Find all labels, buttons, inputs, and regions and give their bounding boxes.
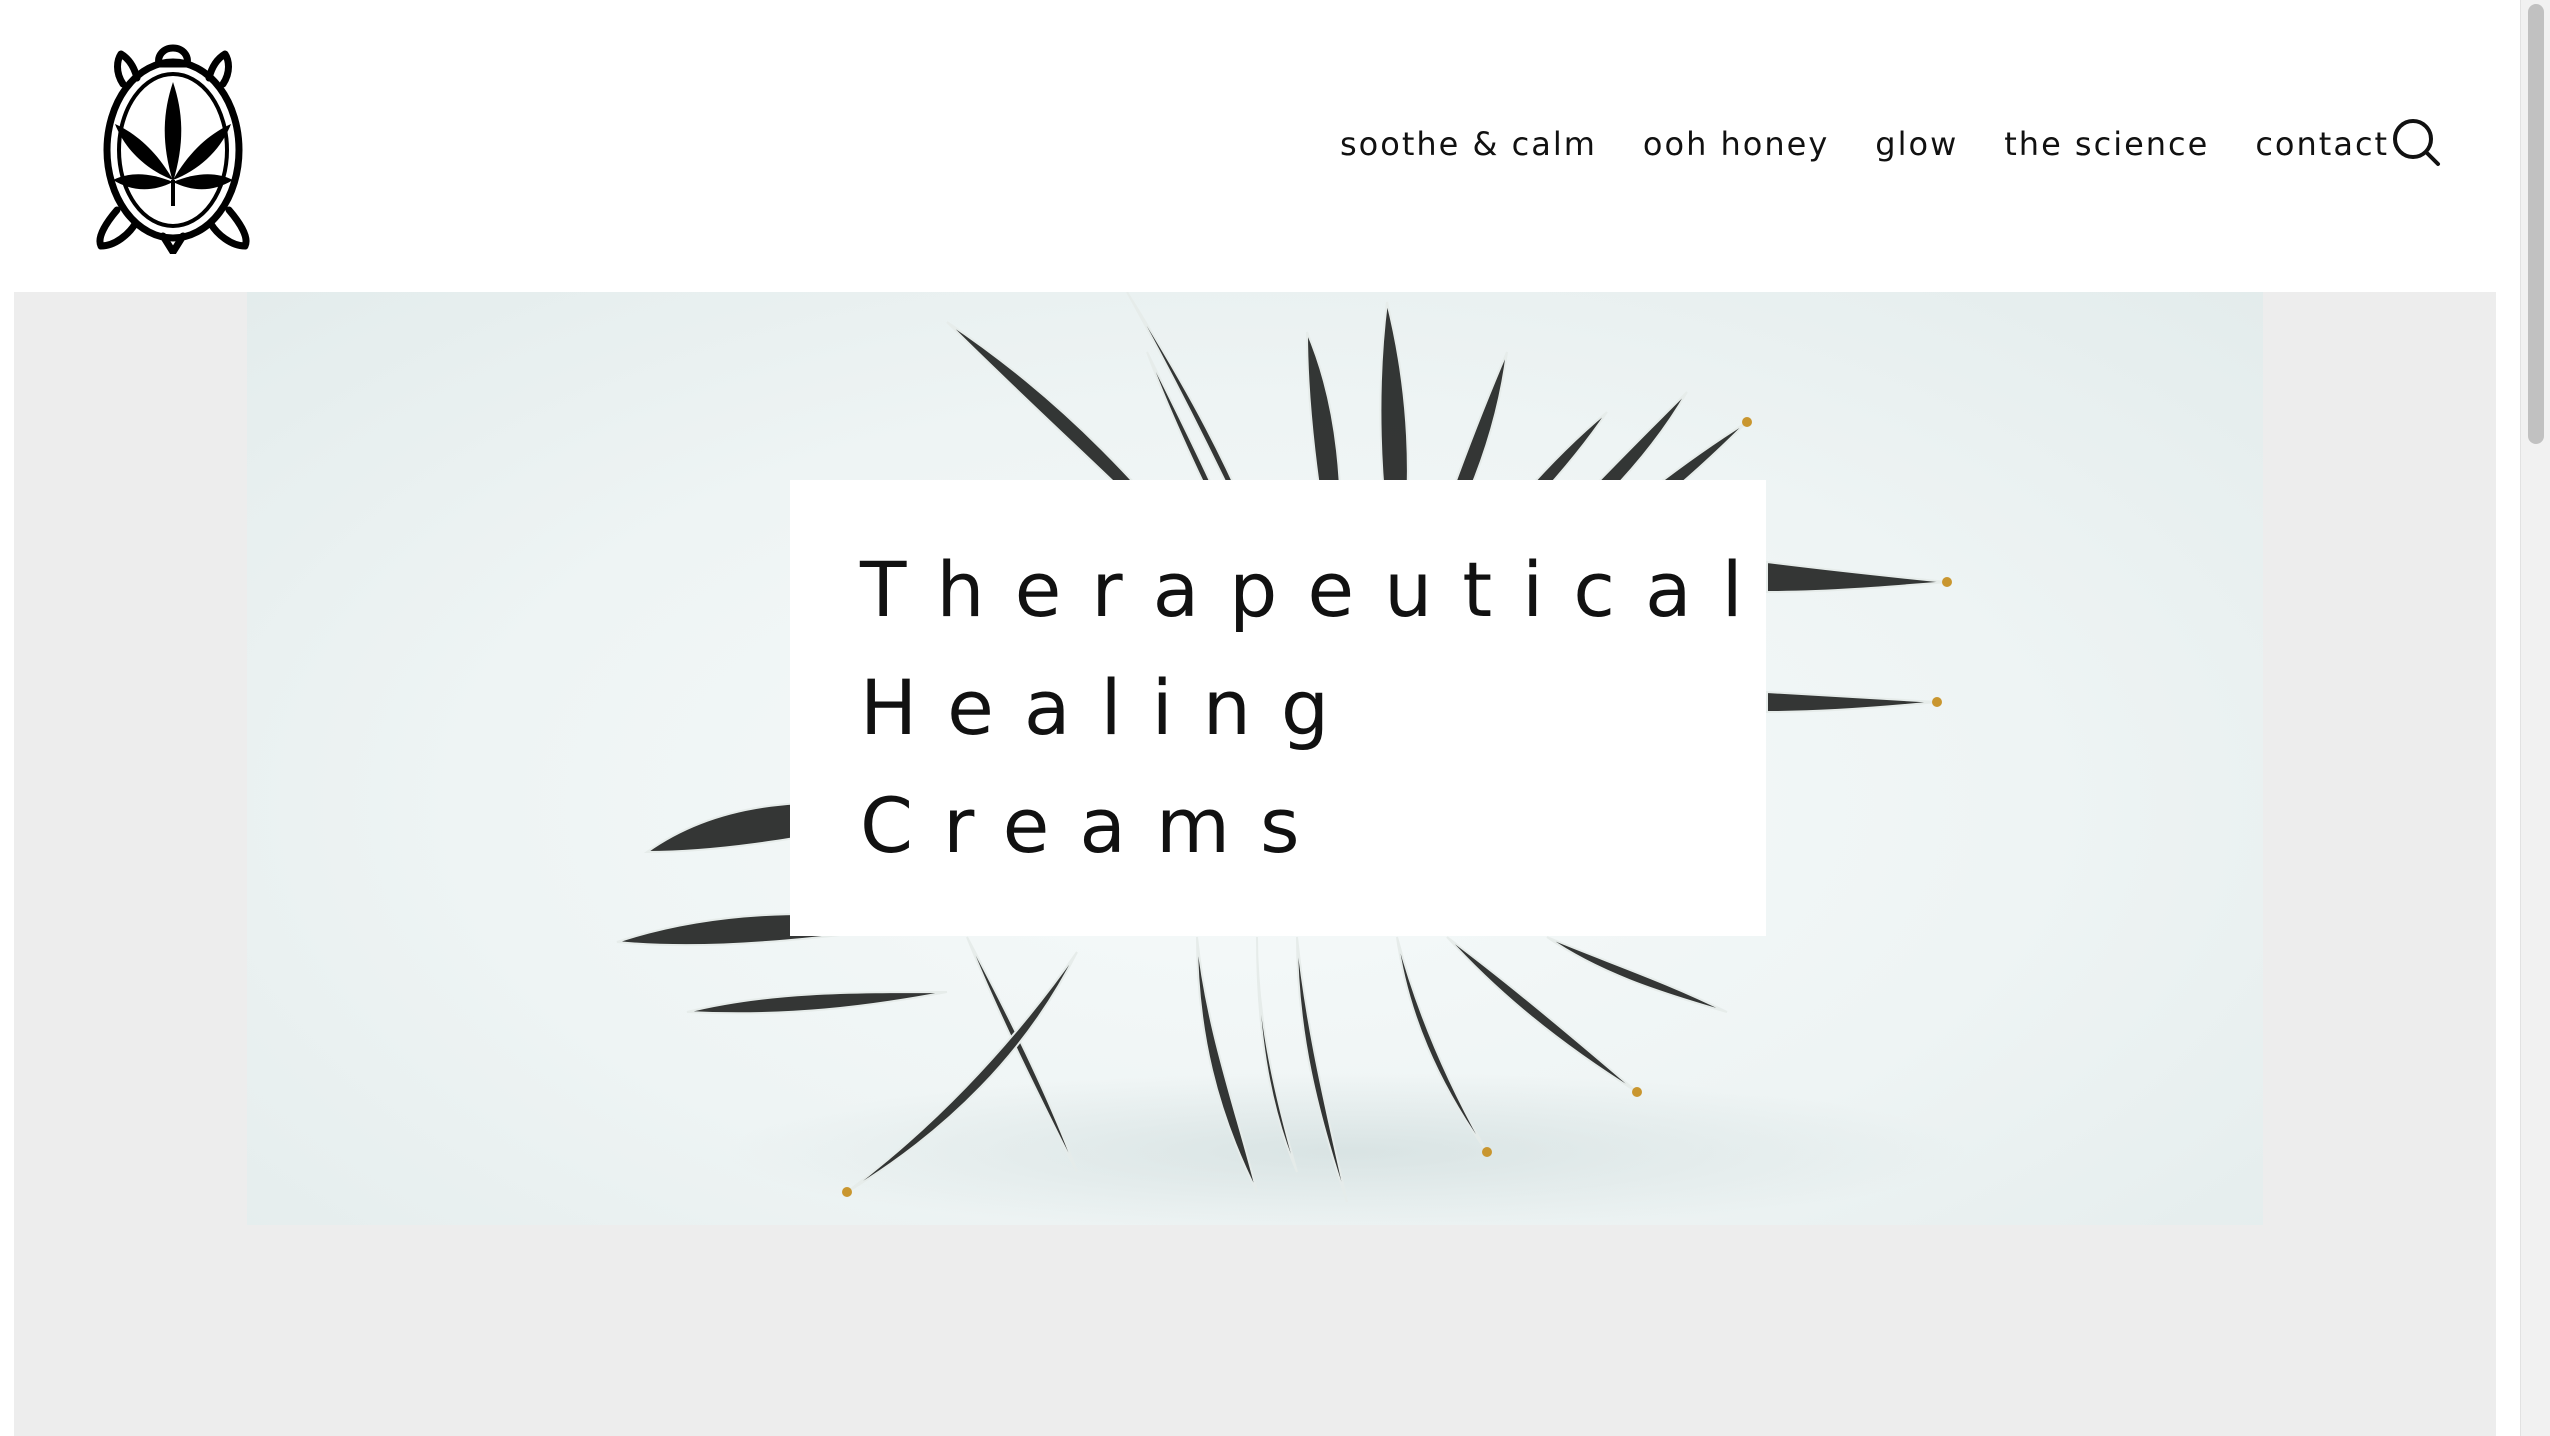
nav-link-glow[interactable]: glow [1875,125,1958,163]
logo[interactable] [93,42,253,256]
hero-title-line-3: Creams [860,781,1330,870]
hero-title-line-1: Therapeutical [860,545,1773,634]
nav-link-contact[interactable]: contact [2255,125,2389,163]
turtle-leaf-logo-icon [96,44,250,256]
hero-banner: Therapeutical Healing Creams [247,292,2263,1225]
main-nav: soothe & calm ooh honey glow the science… [1340,118,2389,170]
nav-link-ooh-honey[interactable]: ooh honey [1643,125,1829,163]
search-button[interactable] [2390,116,2442,168]
hero-title-card: Therapeutical Healing Creams [790,480,1766,936]
main-content: Therapeutical Healing Creams [14,292,2496,1436]
hero-title-line-2: Healing [860,663,1360,752]
page: soothe & calm ooh honey glow the science… [0,0,2550,1436]
nav-link-soothe-calm[interactable]: soothe & calm [1340,125,1597,163]
search-icon [2393,119,2440,166]
scrollbar-thumb[interactable] [2528,4,2544,444]
page-scrollbar[interactable] [2520,0,2550,1436]
nav-link-the-science[interactable]: the science [2004,125,2209,163]
site-header: soothe & calm ooh honey glow the science… [0,0,2520,292]
